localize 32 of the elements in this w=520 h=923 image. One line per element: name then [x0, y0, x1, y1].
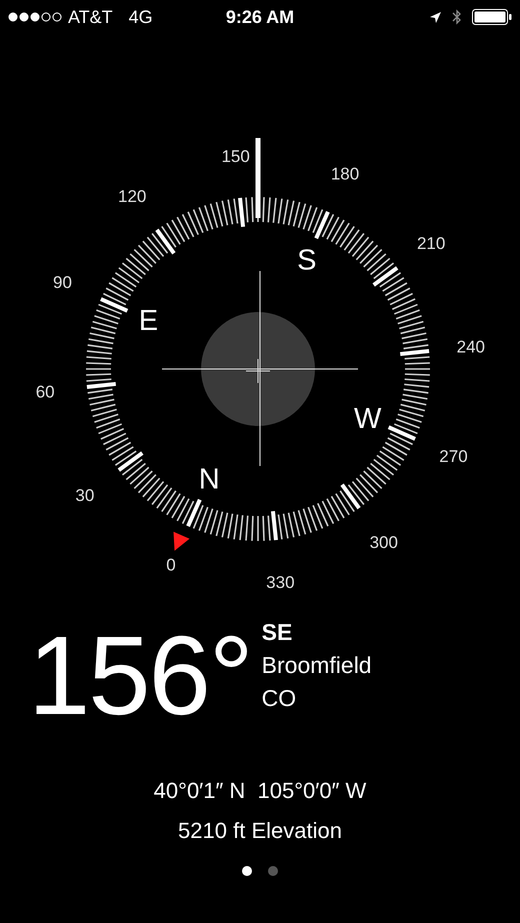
cardinal-label: W: [354, 402, 382, 435]
degree-label: 120: [118, 186, 146, 206]
degree-label: 60: [36, 382, 55, 402]
signal-strength-icon: [8, 12, 62, 22]
bluetooth-icon: [452, 8, 462, 26]
direction-text: SE: [262, 618, 294, 647]
cardinal-label: S: [297, 244, 316, 276]
coordinates-text: 40°0′1″ N 105°0′0″ W: [152, 778, 368, 804]
heading-degrees: 156°: [28, 620, 252, 732]
cardinal-label: E: [138, 305, 158, 338]
degree-label: 240: [456, 338, 486, 357]
network-type: 4G: [128, 6, 153, 28]
degree-label: 90: [53, 272, 72, 292]
elevation-text: 5210 ft Elevation: [177, 818, 343, 844]
degree-label: 270: [439, 447, 468, 466]
north-marker-icon: [174, 532, 190, 551]
degree-label: 180: [330, 164, 360, 184]
degree-label: 300: [370, 533, 398, 552]
page-dot[interactable]: [242, 866, 252, 876]
cardinal-label: N: [198, 464, 220, 496]
region-name: CO: [262, 684, 298, 713]
status-time: 9:26 AM: [226, 6, 294, 28]
degree-label: 330: [266, 572, 295, 592]
degree-label: 150: [221, 147, 250, 166]
battery-icon: [472, 9, 512, 25]
location-arrow-icon: [429, 10, 442, 24]
degree-label: 210: [416, 234, 446, 254]
city-name: Broomfield: [262, 651, 372, 680]
carrier-name: AT&T: [68, 6, 113, 28]
page-dot[interactable]: [268, 866, 278, 876]
degree-label: 30: [75, 486, 94, 505]
degree-label: 0: [166, 556, 176, 574]
